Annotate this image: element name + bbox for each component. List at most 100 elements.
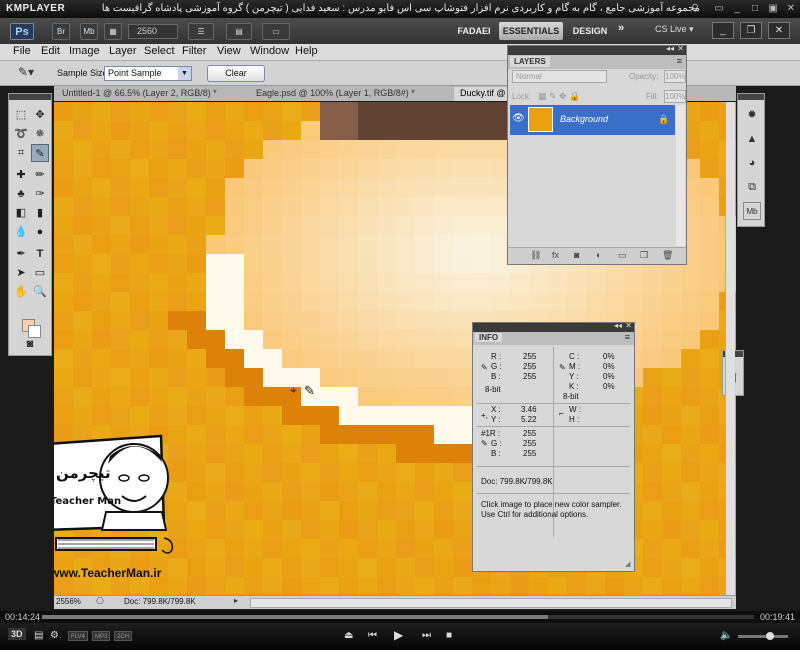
dock-header[interactable] (738, 94, 764, 100)
menu-help[interactable]: Help (295, 45, 318, 57)
workspace-fadaei[interactable]: FADAEI (452, 22, 496, 40)
menu-image[interactable]: Image (69, 45, 100, 57)
adjustments-icon[interactable]: ⧉ (743, 178, 761, 196)
volume-slider[interactable] (738, 635, 788, 638)
minimize-icon[interactable]: _ (730, 2, 744, 16)
menu-layer[interactable]: Layer (109, 45, 137, 57)
path-select-icon[interactable]: ➤ (12, 264, 30, 282)
tab-untitled-1[interactable]: Untitled-1 @ 66.5% (Layer 2, RGB/8) * (56, 87, 246, 101)
eyedropper-icon[interactable]: ✎ (481, 363, 488, 372)
ps-restore-button[interactable]: ❐ (740, 22, 762, 39)
tab-info[interactable]: INFO (475, 333, 503, 342)
mini-bridge-button[interactable]: Mb (80, 23, 98, 40)
clear-button[interactable]: Clear (207, 65, 265, 82)
more-workspaces-button[interactable]: » (618, 22, 624, 34)
workspace-essentials[interactable]: ESSENTIALS (499, 22, 563, 40)
ps-minimize-button[interactable]: _ (712, 22, 734, 39)
playlist-icon[interactable]: ▤ (34, 630, 43, 641)
blur-tool-icon[interactable]: 💧 (12, 223, 30, 241)
histogram-icon[interactable]: ▲ (743, 130, 761, 148)
brush-tool-icon[interactable]: ✏ (31, 166, 49, 184)
clone-stamp-icon[interactable]: ♣ (12, 185, 30, 203)
quick-mask-icon[interactable]: ◙ (21, 337, 39, 351)
fullscreen-icon[interactable]: ▣ (766, 2, 780, 16)
mini-bridge-icon[interactable]: Mb (743, 202, 761, 220)
settings-icon[interactable]: ⚙ (50, 630, 59, 641)
crop-tool-icon[interactable]: ⌗ (12, 144, 30, 162)
tool-preset-picker[interactable]: ✎▾ (18, 65, 44, 81)
menu-view[interactable]: View (217, 45, 241, 57)
maximize-icon[interactable]: □ (748, 2, 762, 16)
fill-field[interactable]: 100% (664, 90, 686, 103)
history-brush-icon[interactable]: ✑ (31, 185, 49, 203)
resize-grip-icon[interactable]: ◢ (625, 560, 630, 568)
group-icon[interactable]: ▭ (618, 250, 627, 261)
screen-mode-button[interactable]: ▭ (262, 23, 290, 40)
dodge-tool-icon[interactable]: ● (31, 223, 49, 241)
view-extras-button[interactable]: ▦ (104, 23, 122, 40)
lasso-tool-icon[interactable]: ➰ (12, 125, 30, 143)
eraser-tool-icon[interactable]: ◧ (12, 204, 30, 222)
zoom-tool-icon[interactable]: 🔍 (31, 283, 49, 301)
marquee-tool-icon[interactable]: ⬚ (12, 106, 30, 124)
pin-icon[interactable]: ⚲ (688, 2, 702, 16)
swatches-icon[interactable]: ◕ (743, 154, 761, 172)
type-tool-icon[interactable]: T (31, 245, 49, 263)
eject-icon[interactable]: ⏏ (344, 630, 353, 641)
play-icon[interactable]: ▶ (394, 628, 403, 642)
tools-header[interactable] (9, 94, 51, 100)
new-layer-icon[interactable]: ❐ (640, 250, 648, 261)
gradient-tool-icon[interactable]: ▮ (31, 204, 49, 222)
eye-icon[interactable]: 👁 (512, 113, 525, 124)
always-on-top-icon[interactable]: ▭ (712, 2, 726, 16)
arrange-documents-button[interactable]: ▤ (226, 23, 252, 40)
panel-menu-icon[interactable]: ≡ (625, 332, 630, 342)
healing-brush-icon[interactable]: ✚ (12, 166, 30, 184)
panel-menu-icon[interactable]: ≡ (677, 56, 682, 66)
layer-style-icon[interactable]: fx (552, 250, 559, 260)
hand-tool-button[interactable]: ☰ (188, 23, 214, 40)
collapse-icon[interactable]: ◂◂ (666, 44, 674, 53)
adjustment-layer-icon[interactable]: ◐ (596, 250, 601, 260)
menu-edit[interactable]: Edit (41, 45, 60, 57)
tab-layers[interactable]: LAYERS (510, 56, 550, 67)
horizontal-scrollbar[interactable] (250, 598, 732, 608)
delete-layer-icon[interactable]: 🗑 (662, 250, 673, 261)
seek-track[interactable] (42, 615, 754, 619)
navigator-icon[interactable]: ✹ (743, 106, 761, 124)
previous-icon[interactable]: ⏮ (368, 630, 377, 641)
3d-button[interactable]: 3D (8, 628, 26, 640)
next-icon[interactable]: ⏭ (422, 630, 431, 641)
eyedropper-tool-icon[interactable]: ✎ (31, 144, 49, 162)
menu-window[interactable]: Window (250, 45, 289, 57)
bridge-button[interactable]: Br (52, 23, 70, 40)
status-arrow-icon[interactable]: ▸ (234, 596, 238, 605)
volume-knob[interactable] (766, 632, 774, 640)
sample-size-select[interactable]: Point Sample ▼ (104, 66, 192, 81)
cs-live-menu[interactable]: CS Live ▾ (655, 24, 694, 35)
status-zoom[interactable]: 2556% (56, 597, 92, 606)
opacity-field[interactable]: 100% (664, 70, 686, 83)
layers-scrollbar[interactable] (676, 105, 685, 246)
quick-select-tool-icon[interactable]: ✵ (31, 125, 49, 143)
stop-icon[interactable]: ■ (446, 630, 452, 641)
lock-icons[interactable]: ▦ ✎ ✥ 🔒 (538, 91, 580, 102)
layer-row-background[interactable]: 👁 Background 🔒 (510, 105, 675, 135)
layers-panel-header[interactable]: ◂◂ ✕ (508, 44, 686, 55)
hand-tool-icon[interactable]: ✋ (12, 283, 30, 301)
zoom-level-combo[interactable]: 2560 (128, 24, 178, 39)
close-panel-icon[interactable]: ✕ (677, 44, 684, 53)
layer-mask-icon[interactable]: ◙ (574, 250, 579, 260)
close-panel-icon[interactable]: ✕ (625, 321, 632, 330)
mute-icon[interactable]: 🔈 (720, 630, 732, 641)
menu-select[interactable]: Select (144, 45, 175, 57)
menu-filter[interactable]: Filter (182, 45, 206, 57)
blend-mode-select[interactable]: Normal (512, 70, 607, 83)
menu-file[interactable]: File (13, 45, 31, 57)
move-tool-icon[interactable]: ✥ (31, 106, 49, 124)
link-layers-icon[interactable]: ⛓ (530, 250, 541, 261)
info-panel-header[interactable]: ◂◂ ✕ (473, 321, 634, 332)
collapse-icon[interactable]: ◂◂ (614, 321, 622, 330)
pen-tool-icon[interactable]: ✒ (12, 245, 30, 263)
eyedropper-cmyk-icon[interactable]: ✎ (559, 363, 566, 372)
